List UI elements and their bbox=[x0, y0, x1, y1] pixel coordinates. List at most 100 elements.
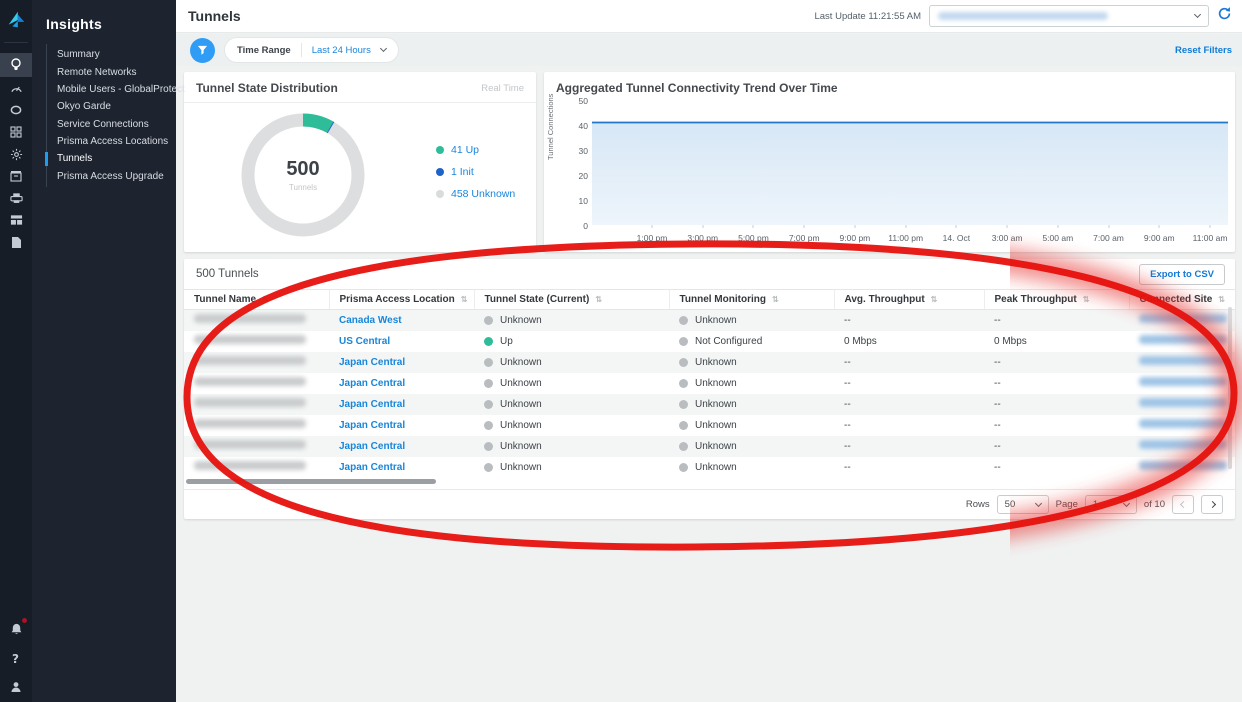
sidebar-item-service-connections[interactable]: Service Connections bbox=[47, 116, 176, 133]
column-header-peak-throughput[interactable]: Peak Throughput⇅ bbox=[984, 290, 1129, 310]
layout-columns-icon[interactable] bbox=[0, 209, 32, 231]
status-dot bbox=[679, 400, 688, 409]
account-selector-dropdown[interactable] bbox=[929, 5, 1209, 27]
rows-label: Rows bbox=[966, 499, 990, 510]
sidebar-item-okyo-garde[interactable]: Okyo Garde bbox=[47, 98, 176, 115]
sidebar-item-tunnels[interactable]: Tunnels bbox=[47, 150, 176, 167]
location-link[interactable]: Japan Central bbox=[339, 378, 405, 389]
state-cell: Unknown bbox=[474, 457, 669, 478]
peak-throughput-cell: -- bbox=[984, 457, 1129, 478]
reset-filters-link[interactable]: Reset Filters bbox=[1175, 45, 1232, 56]
column-header-prisma-access-location[interactable]: Prisma Access Location⇅ bbox=[329, 290, 474, 310]
legend-item-up[interactable]: 41 Up bbox=[436, 144, 515, 156]
status-dot bbox=[484, 358, 493, 367]
circle-icon[interactable] bbox=[0, 99, 32, 121]
status-text: Unknown bbox=[500, 420, 542, 431]
printer-icon[interactable] bbox=[0, 187, 32, 209]
legend-item-unknown[interactable]: 458 Unknown bbox=[436, 188, 515, 200]
status-dot bbox=[484, 379, 493, 388]
column-header-tunnel-monitoring[interactable]: Tunnel Monitoring⇅ bbox=[669, 290, 834, 310]
document-icon[interactable] bbox=[0, 231, 32, 253]
page-total-label: of 10 bbox=[1144, 499, 1165, 510]
location-cell[interactable]: Japan Central bbox=[329, 373, 474, 394]
x-tick-mark bbox=[905, 225, 906, 228]
sidebar-item-mobile-users-globalprotect[interactable]: Mobile Users - GlobalProtect bbox=[47, 81, 176, 98]
filter-funnel-button[interactable] bbox=[190, 38, 215, 63]
location-link[interactable]: Japan Central bbox=[339, 420, 405, 431]
archive-box-icon[interactable] bbox=[0, 165, 32, 187]
user-icon[interactable] bbox=[0, 678, 32, 696]
help-icon[interactable]: ? bbox=[0, 649, 32, 667]
horizontal-scrollbar[interactable] bbox=[186, 479, 1233, 485]
bell-icon[interactable] bbox=[0, 620, 32, 638]
sort-icon[interactable]: ⇅ bbox=[772, 295, 779, 304]
tunnel-name-redacted bbox=[194, 377, 306, 386]
legend-dot-init bbox=[436, 168, 444, 176]
prev-page-button[interactable] bbox=[1172, 495, 1194, 514]
apps-grid-icon[interactable] bbox=[0, 121, 32, 143]
connected-site-redacted bbox=[1139, 419, 1227, 428]
time-range-filter[interactable]: Time Range Last 24 Hours bbox=[225, 38, 398, 62]
location-cell[interactable]: Japan Central bbox=[329, 352, 474, 373]
connected-site-redacted bbox=[1139, 314, 1227, 323]
next-page-button[interactable] bbox=[1201, 495, 1223, 514]
gear-icon[interactable] bbox=[0, 143, 32, 165]
rows-per-page-select[interactable]: 50 bbox=[997, 495, 1049, 514]
sort-icon[interactable]: ⇅ bbox=[1083, 295, 1090, 304]
avg-throughput-cell: -- bbox=[834, 310, 984, 331]
peak-throughput-cell: -- bbox=[984, 394, 1129, 415]
location-link[interactable]: Japan Central bbox=[339, 441, 405, 452]
vertical-scrollbar[interactable] bbox=[1228, 307, 1232, 469]
legend-item-init[interactable]: 1 Init bbox=[436, 166, 515, 178]
state-cell: Unknown bbox=[474, 373, 669, 394]
location-cell[interactable]: Japan Central bbox=[329, 436, 474, 457]
location-cell[interactable]: Canada West bbox=[329, 310, 474, 331]
horizontal-scrollbar-thumb[interactable] bbox=[186, 479, 436, 484]
refresh-icon[interactable] bbox=[1217, 6, 1232, 26]
sort-icon[interactable]: ⇅ bbox=[1218, 295, 1225, 304]
prisma-logo[interactable] bbox=[0, 0, 32, 40]
peak-throughput-cell: 0 Mbps bbox=[984, 331, 1129, 352]
rail-bottom-icons: ? bbox=[0, 620, 32, 696]
table-body: Canada WestUnknownUnknown----US CentralU… bbox=[184, 310, 1235, 478]
page-select[interactable]: 1 bbox=[1085, 495, 1137, 514]
location-link[interactable]: Japan Central bbox=[339, 357, 405, 368]
dashboard-gauge-icon[interactable] bbox=[0, 77, 32, 99]
real-time-badge: Real Time bbox=[481, 83, 524, 94]
location-cell[interactable]: Japan Central bbox=[329, 415, 474, 436]
export-to-csv-button[interactable]: Export to CSV bbox=[1139, 264, 1225, 285]
x-tick-label: 14. Oct bbox=[943, 233, 970, 243]
location-cell[interactable]: US Central bbox=[329, 331, 474, 352]
peak-throughput-cell: -- bbox=[984, 352, 1129, 373]
sort-icon[interactable]: ⇅ bbox=[461, 295, 468, 304]
column-header-tunnel-name[interactable]: Tunnel Name⇅ bbox=[184, 290, 329, 310]
insights-bulb-icon[interactable] bbox=[0, 53, 32, 77]
legend-dot-unknown bbox=[436, 190, 444, 198]
sort-icon[interactable]: ⇅ bbox=[262, 295, 269, 304]
sort-icon[interactable]: ⇅ bbox=[931, 295, 938, 304]
tunnel-name-redacted bbox=[194, 335, 306, 344]
location-link[interactable]: Japan Central bbox=[339, 399, 405, 410]
sidebar-item-prisma-access-upgrade[interactable]: Prisma Access Upgrade bbox=[47, 168, 176, 185]
location-link[interactable]: Canada West bbox=[339, 315, 402, 326]
sidebar-item-remote-networks[interactable]: Remote Networks bbox=[47, 63, 176, 80]
filter-bar: Time Range Last 24 Hours Reset Filters bbox=[176, 34, 1242, 66]
location-cell[interactable]: Japan Central bbox=[329, 457, 474, 478]
column-header-connected-site[interactable]: Connected Site⇅ bbox=[1129, 290, 1235, 310]
column-header-avg-throughput[interactable]: Avg. Throughput⇅ bbox=[834, 290, 984, 310]
sort-icon[interactable]: ⇅ bbox=[595, 295, 602, 304]
column-header-tunnel-state-current-[interactable]: Tunnel State (Current)⇅ bbox=[474, 290, 669, 310]
location-link[interactable]: US Central bbox=[339, 336, 390, 347]
sidebar-item-summary[interactable]: Summary bbox=[47, 46, 176, 63]
svg-text:?: ? bbox=[12, 652, 19, 665]
location-cell[interactable]: Japan Central bbox=[329, 394, 474, 415]
connected-site-cell bbox=[1129, 310, 1235, 331]
status-text: Unknown bbox=[695, 399, 737, 410]
status-text: Unknown bbox=[500, 315, 542, 326]
x-tick-label: 9:00 pm bbox=[840, 233, 871, 243]
status-text: Unknown bbox=[500, 462, 542, 473]
location-link[interactable]: Japan Central bbox=[339, 462, 405, 473]
sidebar-item-prisma-access-locations[interactable]: Prisma Access Locations bbox=[47, 133, 176, 150]
x-tick-mark bbox=[956, 225, 957, 228]
time-range-value[interactable]: Last 24 Hours bbox=[312, 45, 371, 56]
